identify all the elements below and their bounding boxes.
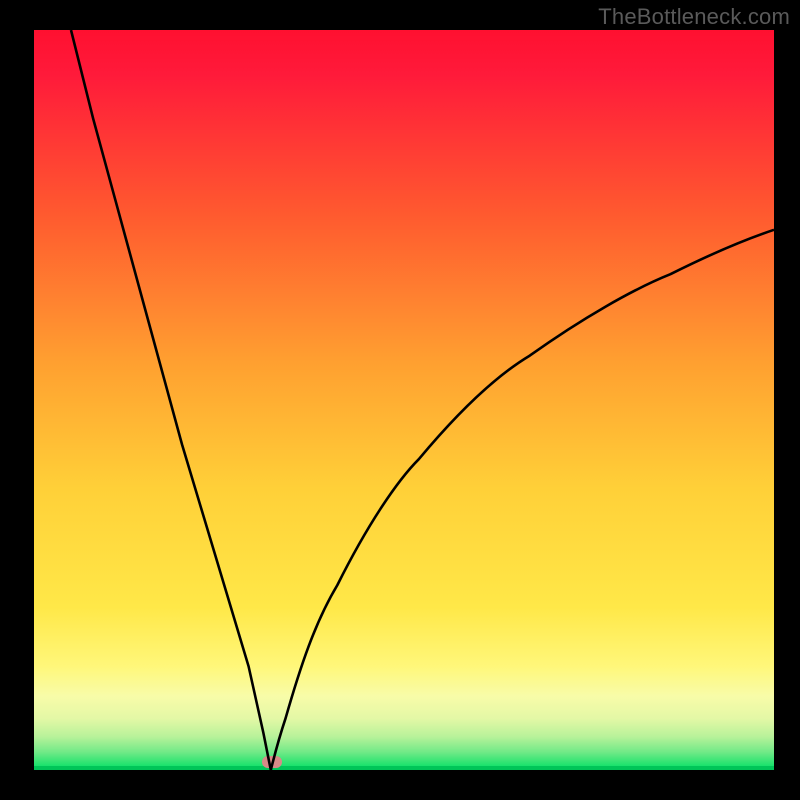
left-branch-path [71,30,271,770]
bottleneck-curve [34,30,774,770]
chart-container: TheBottleneck.com [0,0,800,800]
plot-area [34,30,774,770]
right-branch-path [271,230,774,770]
watermark-text: TheBottleneck.com [598,4,790,30]
